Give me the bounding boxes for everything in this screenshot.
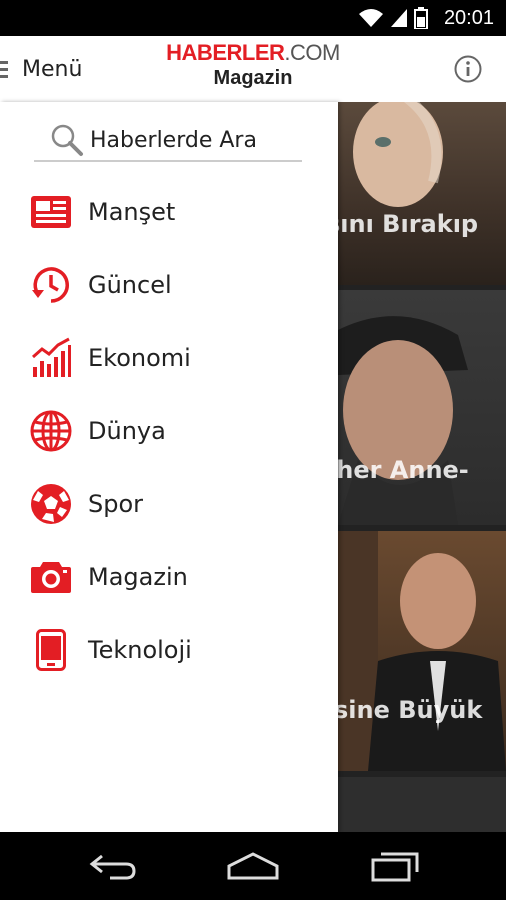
- system-nav-bar: [0, 832, 506, 900]
- search-icon: [51, 124, 83, 156]
- clock-refresh-icon: [32, 267, 69, 303]
- feed-item[interactable]: cher Anne-: [338, 290, 506, 525]
- nav-item-label: Dünya: [88, 417, 166, 445]
- status-bar: 20:01: [0, 0, 506, 36]
- logo-domain: .COM: [284, 40, 340, 65]
- feed-item-title: sine Büyük: [338, 696, 483, 724]
- nav-item-label: Güncel: [88, 271, 172, 299]
- nav-item-teknoloji[interactable]: Teknoloji: [0, 620, 338, 680]
- newspaper-icon: [31, 196, 71, 228]
- recent-apps-icon[interactable]: [370, 850, 420, 882]
- nav-item-label: Manşet: [88, 198, 176, 226]
- feed-item-title: sını Bırakıp: [338, 210, 479, 238]
- app-bar: Menü HABERLER.COM Magazin: [0, 36, 506, 103]
- search-field[interactable]: Haberlerde Ara: [34, 120, 302, 162]
- nav-item-label: Ekonomi: [88, 344, 191, 372]
- feed-item[interactable]: [338, 777, 506, 832]
- nav-item-label: Teknoloji: [88, 636, 192, 664]
- brand: HABERLER.COM Magazin: [0, 40, 506, 90]
- info-icon[interactable]: [454, 55, 482, 83]
- page-title: Magazin: [213, 67, 293, 89]
- logo-main: HABERLER: [166, 40, 285, 65]
- navigation-drawer: Haberlerde Ara Manşet Güncel Ekonomi Dün…: [0, 102, 338, 832]
- back-icon[interactable]: [88, 850, 138, 882]
- feed-item-title: cher Anne-: [338, 456, 469, 484]
- battery-icon: [414, 7, 428, 29]
- camera-icon: [31, 562, 71, 593]
- nav-item-label: Spor: [88, 490, 144, 518]
- feed-image: [338, 531, 506, 771]
- feed-image: [338, 316, 468, 525]
- chart-icon: [32, 337, 71, 377]
- search-placeholder: Haberlerde Ara: [90, 127, 257, 153]
- home-icon[interactable]: [226, 850, 280, 882]
- nav-item-spor[interactable]: Spor: [0, 474, 338, 534]
- feed-image: [353, 102, 443, 207]
- feed-item[interactable]: sını Bırakıp: [338, 102, 506, 285]
- status-icons: [358, 6, 428, 30]
- nav-item-ekonomi[interactable]: Ekonomi: [0, 328, 338, 388]
- nav-item-dunya[interactable]: Dünya: [0, 401, 338, 461]
- globe-icon: [30, 410, 72, 452]
- signal-icon: [391, 9, 407, 27]
- nav-item-guncel[interactable]: Güncel: [0, 255, 338, 315]
- feed-item[interactable]: sine Büyük: [338, 531, 506, 771]
- nav-item-magazin[interactable]: Magazin: [0, 547, 338, 607]
- status-time: 20:01: [443, 7, 494, 29]
- nav-item-manset[interactable]: Manşet: [0, 182, 338, 242]
- news-feed: sını Bırakıp cher Anne- sine Büyük: [338, 102, 506, 832]
- wifi-icon: [359, 9, 383, 27]
- soccer-ball-icon: [31, 484, 71, 524]
- phone-icon: [36, 629, 66, 671]
- haberler-logo: HABERLER.COM: [0, 40, 506, 66]
- nav-item-label: Magazin: [88, 563, 188, 591]
